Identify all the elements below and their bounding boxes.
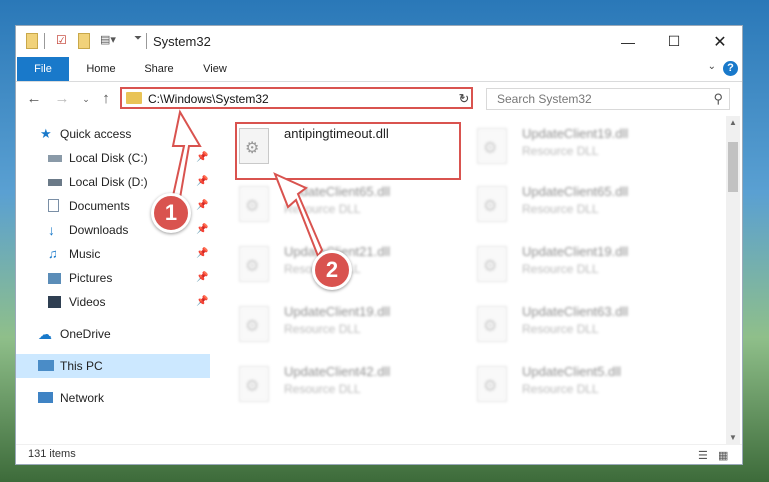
arrow-1 bbox=[171, 109, 202, 200]
arrow-2 bbox=[273, 172, 324, 259]
step-2-badge: 2 bbox=[312, 250, 352, 290]
annotation-arrows bbox=[171, 109, 324, 259]
step-1-badge: 1 bbox=[151, 193, 191, 233]
